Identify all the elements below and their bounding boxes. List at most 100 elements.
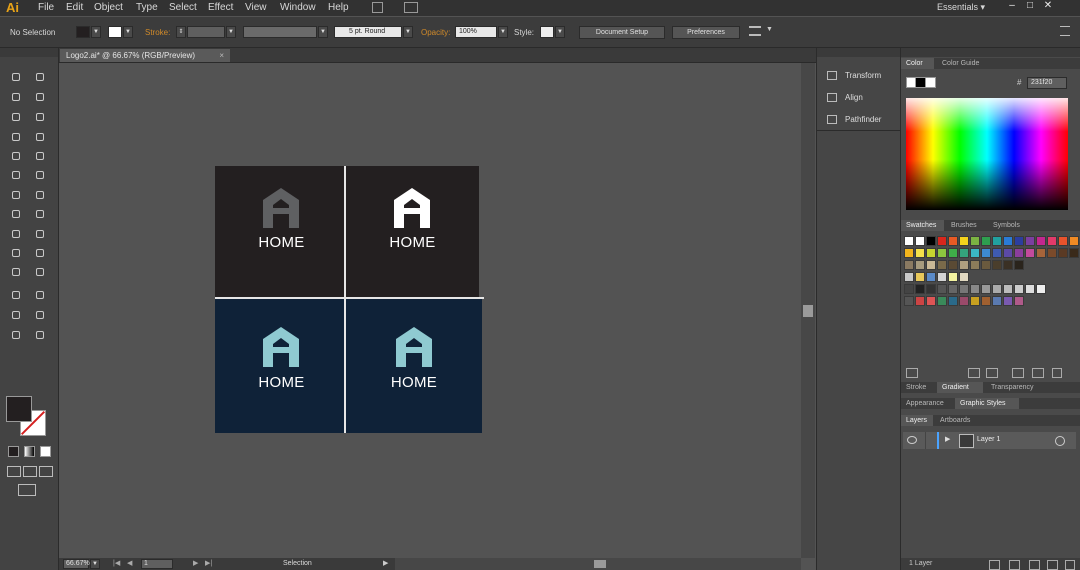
lasso-tool-icon[interactable]: [33, 90, 47, 104]
menu-window[interactable]: Window: [280, 2, 316, 13]
workspace-switcher[interactable]: Essentials ▾: [937, 2, 985, 13]
close-button[interactable]: ✕: [1039, 0, 1057, 11]
shape-builder-tool-icon[interactable]: [9, 227, 23, 241]
menu-effect[interactable]: Effect: [208, 2, 233, 13]
next-artboard-icon[interactable]: ▶: [193, 559, 198, 567]
logo-variant-gray[interactable]: HOME: [215, 166, 348, 299]
color-swatch[interactable]: [1014, 284, 1024, 294]
style-dropdown[interactable]: ▼: [555, 26, 565, 38]
stroke-label[interactable]: Stroke:: [145, 28, 170, 37]
tab-color-guide[interactable]: Color Guide: [937, 58, 993, 69]
color-swatch[interactable]: [937, 272, 947, 282]
locate-object-icon[interactable]: [989, 560, 1000, 570]
width-tool-icon[interactable]: [9, 207, 23, 221]
color-swatch[interactable]: [904, 284, 914, 294]
align-options-icon[interactable]: [749, 26, 761, 36]
tools-panel-header[interactable]: [0, 48, 58, 57]
color-swatch[interactable]: [937, 296, 947, 306]
graphic-style-swatch[interactable]: [540, 26, 554, 38]
fill-swatch[interactable]: [76, 26, 90, 38]
new-sublayer-icon[interactable]: [1029, 560, 1040, 570]
color-swatch[interactable]: [1014, 236, 1024, 246]
menu-help[interactable]: Help: [328, 2, 349, 13]
eraser-tool-icon[interactable]: [33, 168, 47, 182]
tab-brushes[interactable]: Brushes: [946, 220, 986, 231]
color-swatch[interactable]: [1058, 248, 1068, 258]
eye-icon[interactable]: [907, 436, 917, 444]
stroke-weight-field[interactable]: [187, 26, 225, 38]
direct-selection-tool-icon[interactable]: [33, 70, 47, 84]
maximize-button[interactable]: □: [1021, 0, 1039, 11]
tab-swatches[interactable]: Swatches: [901, 220, 944, 231]
color-swatch[interactable]: [981, 296, 991, 306]
color-swatch[interactable]: [959, 248, 969, 258]
blend-tool-icon[interactable]: [33, 265, 47, 279]
hand-tool-icon[interactable]: [9, 328, 23, 342]
tab-appearance[interactable]: Appearance: [901, 398, 953, 409]
tab-color[interactable]: Color: [901, 58, 934, 69]
opacity-field[interactable]: 100%: [455, 26, 497, 38]
artboard[interactable]: HOME HOME HOME HOME: [215, 166, 482, 433]
color-swatch[interactable]: [948, 284, 958, 294]
color-swatch[interactable]: [915, 236, 925, 246]
zoom-tool-icon[interactable]: [33, 328, 47, 342]
color-swatch[interactable]: [948, 236, 958, 246]
color-swatch[interactable]: [904, 236, 914, 246]
zoom-dropdown[interactable]: ▼: [90, 559, 100, 569]
column-graph-tool-icon[interactable]: [33, 288, 47, 302]
color-swatch[interactable]: [926, 272, 936, 282]
color-swatch[interactable]: [948, 260, 958, 270]
document-tab[interactable]: Logo2.ai* @ 66.67% (RGB/Preview) ×: [60, 49, 230, 62]
color-swatch[interactable]: [948, 248, 958, 258]
stroke-weight-dropdown[interactable]: ▼: [226, 26, 236, 38]
logo-variant-teal-right[interactable]: HOME: [346, 299, 482, 433]
screen-mode-icon[interactable]: [18, 484, 36, 496]
new-color-group-icon[interactable]: [1012, 368, 1024, 378]
panel-menu-icon[interactable]: [1060, 26, 1070, 36]
delete-layer-icon[interactable]: [1065, 560, 1075, 570]
opacity-label[interactable]: Opacity:: [421, 28, 450, 37]
pen-tool-icon[interactable]: [9, 110, 23, 124]
artboard-tool-icon[interactable]: [9, 308, 23, 322]
color-swatch[interactable]: [915, 260, 925, 270]
eyedropper-tool-icon[interactable]: [9, 265, 23, 279]
color-swatch[interactable]: [926, 236, 936, 246]
vertical-scroll-thumb[interactable]: [803, 305, 813, 317]
color-swatch[interactable]: [992, 284, 1002, 294]
color-swatch[interactable]: [915, 248, 925, 258]
color-swatch[interactable]: [937, 260, 947, 270]
clipping-mask-icon[interactable]: [1009, 560, 1020, 570]
color-swatch[interactable]: [1047, 248, 1057, 258]
color-swatch[interactable]: [1025, 248, 1035, 258]
color-swatch[interactable]: [970, 284, 980, 294]
tab-symbols[interactable]: Symbols: [988, 220, 1028, 231]
pencil-tool-icon[interactable]: [33, 149, 47, 163]
target-icon[interactable]: [1055, 436, 1065, 446]
menu-file[interactable]: File: [38, 2, 54, 13]
draw-behind-icon[interactable]: [23, 466, 37, 477]
color-swatch[interactable]: [970, 296, 980, 306]
show-kinds-icon[interactable]: [968, 368, 980, 378]
menu-select[interactable]: Select: [169, 2, 197, 13]
fill-dropdown[interactable]: ▼: [91, 26, 101, 38]
color-swatch[interactable]: [981, 260, 991, 270]
dock-align[interactable]: Align: [827, 93, 863, 103]
color-swatch[interactable]: [981, 236, 991, 246]
color-swatch[interactable]: [959, 296, 969, 306]
color-swatch[interactable]: [1003, 296, 1013, 306]
scale-tool-icon[interactable]: [33, 188, 47, 202]
color-swatch[interactable]: [904, 248, 914, 258]
color-swatch[interactable]: [926, 260, 936, 270]
tab-artboards[interactable]: Artboards: [935, 415, 981, 426]
zoom-field[interactable]: 66.67%: [63, 559, 90, 569]
swatch-options-icon[interactable]: [986, 368, 998, 378]
right-panel-header[interactable]: [901, 48, 1080, 57]
color-swatch[interactable]: [904, 296, 914, 306]
color-swatch[interactable]: [1047, 236, 1057, 246]
logo-variant-white[interactable]: HOME: [346, 166, 479, 299]
color-swatch[interactable]: [1036, 236, 1046, 246]
status-menu-icon[interactable]: ▶: [383, 559, 388, 567]
lock-column[interactable]: [925, 432, 926, 449]
color-swatch[interactable]: [1014, 260, 1024, 270]
draw-normal-icon[interactable]: [7, 466, 21, 477]
